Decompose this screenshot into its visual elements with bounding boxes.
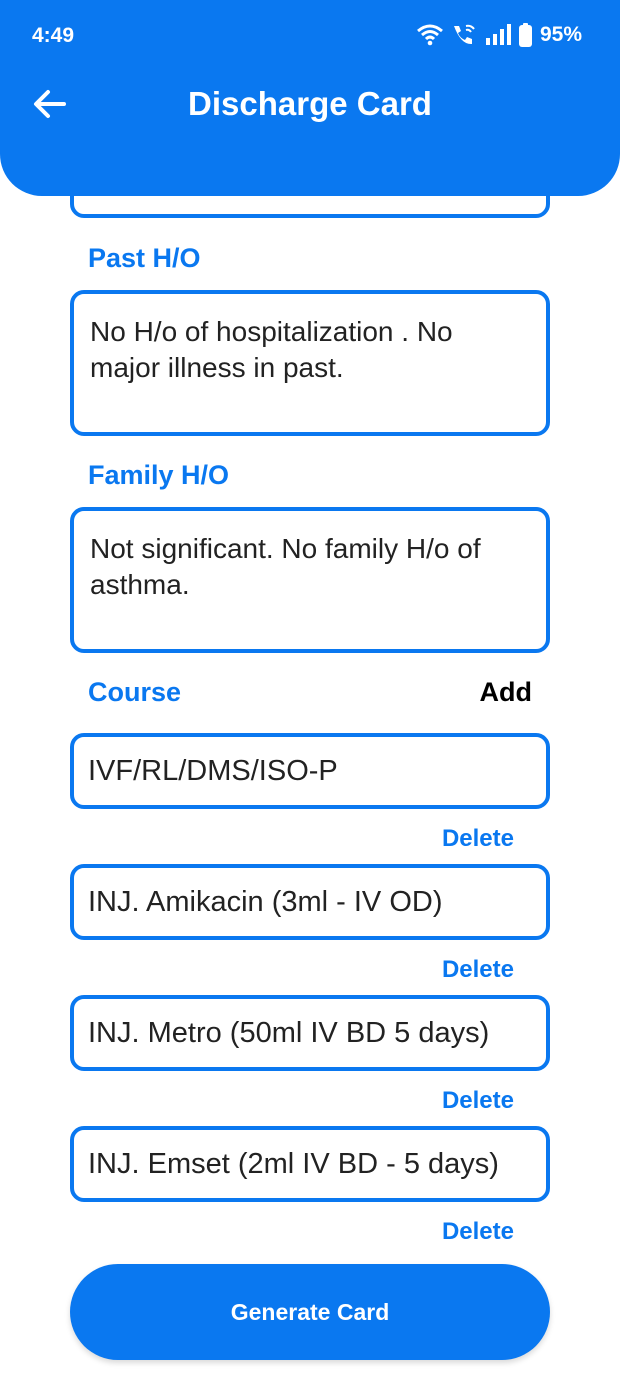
delete-course-item-button[interactable]: Delete: [442, 825, 514, 853]
page-title: Discharge Card: [188, 85, 432, 122]
course-item-input[interactable]: INJ. Metro (50ml IV BD 5 days): [70, 995, 550, 1071]
past-history-label: Past H/O: [88, 243, 201, 273]
course-item-input[interactable]: IVF/RL/DMS/ISO-P: [70, 733, 550, 809]
generate-card-button[interactable]: Generate Card: [70, 1264, 550, 1360]
signal-icon: [485, 24, 511, 45]
wifi-calling-icon: [453, 24, 475, 45]
add-course-button[interactable]: Add: [480, 677, 532, 708]
app-header: 4:49 95% Discharge Card: [0, 0, 620, 196]
delete-course-item-button[interactable]: Delete: [442, 1218, 514, 1245]
wifi-icon: [417, 24, 443, 46]
status-time: 4:49: [32, 24, 75, 47]
family-history-label: Family H/O: [88, 460, 230, 490]
family-history-input[interactable]: Not significant. No family H/o of asthma…: [70, 507, 550, 653]
past-history-input[interactable]: No H/o of hospitalization . No major ill…: [70, 290, 550, 436]
course-item-input[interactable]: INJ. Amikacin (3ml - IV OD): [70, 864, 550, 940]
battery-percentage: 95%: [539, 23, 582, 46]
course-item-input[interactable]: INJ. Emset (2ml IV BD - 5 days): [70, 1126, 550, 1202]
delete-course-item-button[interactable]: Delete: [442, 956, 514, 984]
delete-course-item-button[interactable]: Delete: [442, 1087, 514, 1115]
battery-icon: [518, 23, 532, 47]
course-label: Course: [88, 677, 182, 707]
status-icons: 95%: [417, 23, 582, 47]
